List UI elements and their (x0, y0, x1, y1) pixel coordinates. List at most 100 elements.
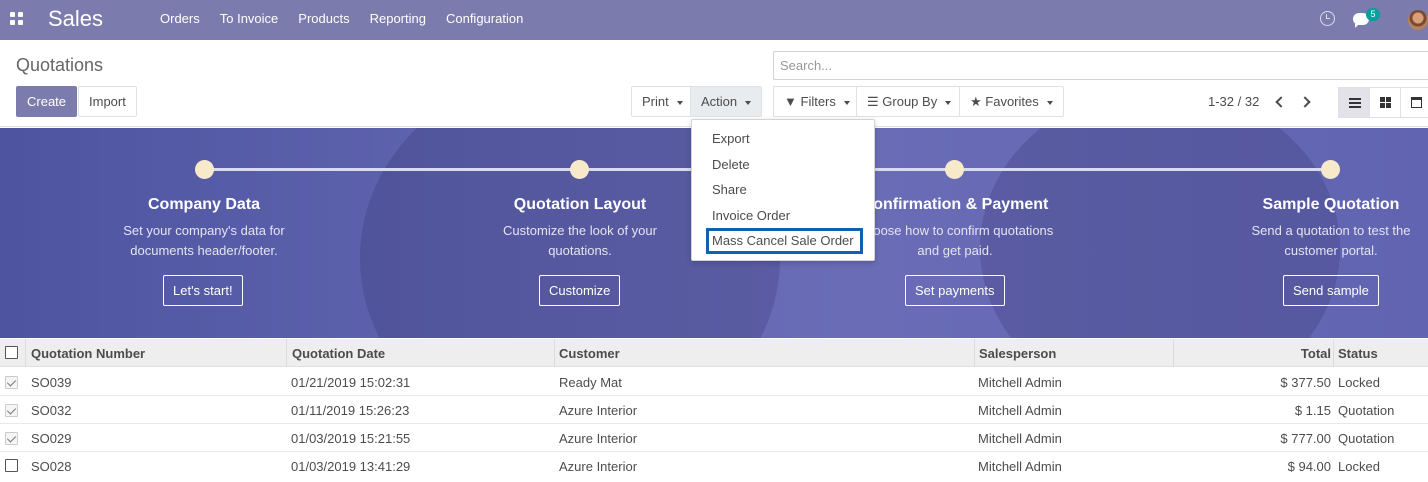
filter-icon: ▼ (784, 94, 797, 109)
create-button[interactable]: Create (16, 86, 78, 117)
cell-salesperson: Mitchell Admin (978, 375, 1062, 390)
favorites-label: Favorites (985, 94, 1039, 109)
cell-salesperson: Mitchell Admin (978, 431, 1062, 446)
action-dropdown-menu: Export Delete Share Invoice Order Mass C… (691, 119, 875, 261)
list-view-button[interactable] (1338, 87, 1370, 118)
column-separator (1333, 339, 1334, 367)
calendar-view-button[interactable] (1400, 87, 1428, 118)
search-input[interactable] (774, 52, 1428, 79)
cell-customer: Azure Interior (559, 431, 638, 446)
row-checkbox[interactable] (5, 376, 18, 389)
step-description-line: documents header/footer. (130, 243, 278, 258)
menu-item-mass-cancel-sale-order[interactable]: Mass Cancel Sale Order (712, 233, 854, 248)
step-description-line: Set your company's data for (123, 223, 285, 238)
column-header-quotation-number[interactable]: Quotation Number (31, 346, 145, 361)
pager-value[interactable]: 1-32 / 32 (1208, 94, 1259, 109)
pager-next-icon[interactable] (1301, 95, 1311, 109)
column-separator (974, 339, 975, 367)
menu-item-invoice-order[interactable]: Invoice Order (712, 208, 790, 223)
customize-button[interactable]: Customize (539, 275, 621, 306)
chevron-down-icon (745, 100, 752, 105)
cell-customer: Azure Interior (559, 403, 638, 418)
cell-salesperson: Mitchell Admin (978, 459, 1062, 474)
group-by-label: Group By (882, 94, 938, 109)
chevron-down-icon (1046, 100, 1053, 105)
lets-start-button[interactable]: Let's start! (163, 275, 243, 306)
cell-quotation-date: 01/03/2019 13:41:29 (291, 459, 411, 474)
page-title: Quotations (16, 55, 104, 75)
cell-quotation-number: SO032 (31, 403, 72, 418)
column-header-salesperson[interactable]: Salesperson (979, 346, 1056, 361)
column-header-total[interactable]: Total (1180, 346, 1331, 361)
step-description: Send a quotation to test the customer po… (1211, 221, 1428, 261)
table-row[interactable]: SO029 01/03/2019 15:21:55 Azure Interior… (0, 424, 1428, 452)
step-description-line: customer portal. (1284, 243, 1378, 258)
cell-status: Quotation (1338, 431, 1395, 446)
cell-quotation-number: SO028 (31, 459, 72, 474)
step-dot (1321, 160, 1340, 179)
cell-total: $ 377.50 (1280, 375, 1331, 390)
table-row[interactable]: SO028 01/03/2019 13:41:29 Azure Interior… (0, 452, 1428, 480)
cell-quotation-number: SO039 (31, 375, 72, 390)
cell-total: $ 1.15 (1294, 403, 1331, 418)
print-button[interactable]: Print (631, 86, 694, 117)
table-row[interactable]: SO039 01/21/2019 15:02:31 Ready Mat Mitc… (0, 368, 1428, 396)
cell-quotation-date: 01/03/2019 15:21:55 (291, 431, 411, 446)
bars-icon: ☰ (867, 94, 879, 109)
table-row[interactable]: SO032 01/11/2019 15:26:23 Azure Interior… (0, 396, 1428, 424)
step-dot (945, 160, 964, 179)
user-avatar[interactable] (1408, 10, 1428, 30)
action-button[interactable]: Action (690, 86, 763, 117)
cell-total: $ 777.00 (1280, 431, 1331, 446)
row-checkbox[interactable] (5, 404, 18, 417)
star-icon: ★ (970, 94, 982, 109)
menu-item-orders[interactable]: Orders (150, 0, 210, 40)
column-header-status[interactable]: Status (1338, 346, 1378, 361)
menu-item-configuration[interactable]: Configuration (436, 0, 533, 40)
cell-quotation-number: SO029 (31, 431, 72, 446)
cell-total: $ 94.00 (1287, 459, 1331, 474)
send-sample-button[interactable]: Send sample (1283, 275, 1379, 306)
menu-item-to-invoice[interactable]: To Invoice (210, 0, 289, 40)
notification-badge: 5 (1366, 8, 1380, 21)
menu-item-products[interactable]: Products (288, 0, 359, 40)
action-label: Action (701, 94, 738, 109)
step-dot (195, 160, 214, 179)
cell-status: Locked (1338, 375, 1380, 390)
pager-previous-icon[interactable] (1274, 95, 1284, 109)
menu-item-delete[interactable]: Delete (712, 157, 750, 172)
favorites-button[interactable]: ★ Favorites (959, 86, 1064, 117)
group-by-button[interactable]: ☰ Group By (856, 86, 963, 117)
menu-item-reporting[interactable]: Reporting (360, 0, 436, 40)
cell-status: Quotation (1338, 403, 1395, 418)
menu-item-share[interactable]: Share (712, 182, 747, 197)
column-separator (554, 339, 555, 367)
row-checkbox[interactable] (5, 459, 18, 472)
main-menu: Orders To Invoice Products Reporting Con… (150, 0, 533, 40)
apps-menu-icon[interactable] (10, 12, 24, 26)
filters-button[interactable]: ▼ Filters (773, 86, 861, 117)
menu-item-export[interactable]: Export (712, 131, 750, 146)
step-title: Quotation Layout (513, 196, 647, 213)
step-description-line: Customize the look of your (503, 223, 657, 238)
chevron-down-icon (945, 100, 952, 105)
chevron-down-icon (676, 100, 683, 105)
cell-customer: Azure Interior (559, 459, 638, 474)
column-header-quotation-date[interactable]: Quotation Date (292, 346, 385, 361)
step-description: Set your company's data for documents he… (84, 221, 324, 261)
step-description-line: Send a quotation to test the (1251, 223, 1411, 238)
set-payments-button[interactable]: Set payments (905, 275, 1005, 306)
search-box[interactable] (773, 51, 1428, 80)
cell-quotation-date: 01/11/2019 15:26:23 (291, 403, 410, 418)
kanban-view-button[interactable] (1369, 87, 1401, 118)
cell-salesperson: Mitchell Admin (978, 403, 1062, 418)
cell-quotation-date: 01/21/2019 15:02:31 (291, 375, 411, 390)
column-header-customer[interactable]: Customer (559, 346, 620, 361)
select-all-checkbox[interactable] (5, 346, 18, 359)
step-description: Customize the look of your quotations. (460, 221, 700, 261)
app-brand[interactable]: Sales (48, 6, 103, 32)
activity-clock-icon[interactable] (1320, 11, 1335, 26)
import-button[interactable]: Import (78, 86, 137, 117)
row-checkbox[interactable] (5, 432, 18, 445)
filters-label: Filters (800, 94, 836, 109)
